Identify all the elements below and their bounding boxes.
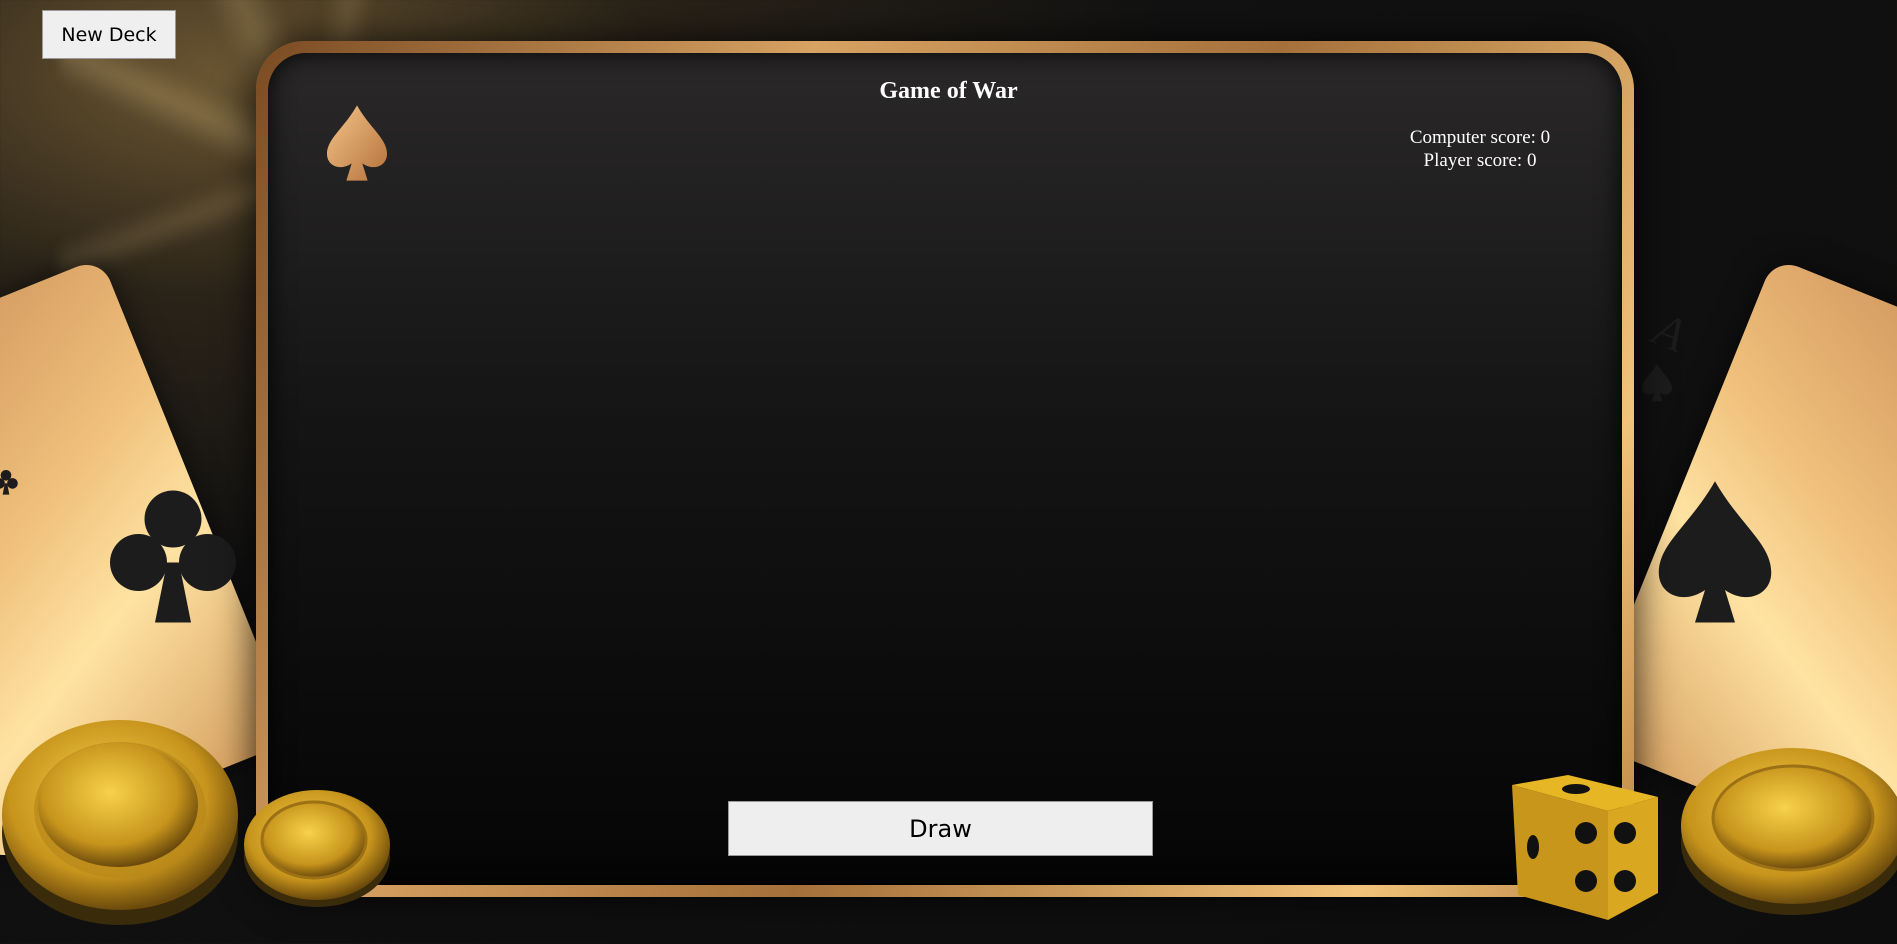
new-deck-button[interactable]: New Deck [42, 10, 176, 59]
gold-coin-icon [2, 720, 238, 925]
card-rank-label: A [1646, 302, 1694, 363]
dice-icon [1512, 775, 1658, 920]
gold-coin-small-icon [244, 790, 390, 907]
scoreboard: Computer score: 0 Player score: 0 [1380, 126, 1580, 172]
gold-coin-right-icon [1681, 748, 1897, 915]
player-score: Player score: 0 [1423, 150, 1537, 171]
small-club-icon [0, 469, 18, 495]
small-spade-icon [1642, 363, 1672, 402]
game-title: Game of War [879, 78, 1018, 104]
spade-icon [1658, 481, 1772, 623]
game-board [268, 53, 1622, 885]
computer-score: Computer score: 0 [1409, 127, 1551, 148]
draw-button[interactable]: Draw [728, 801, 1153, 856]
spade-logo-icon [327, 105, 387, 181]
club-icon [110, 490, 236, 623]
